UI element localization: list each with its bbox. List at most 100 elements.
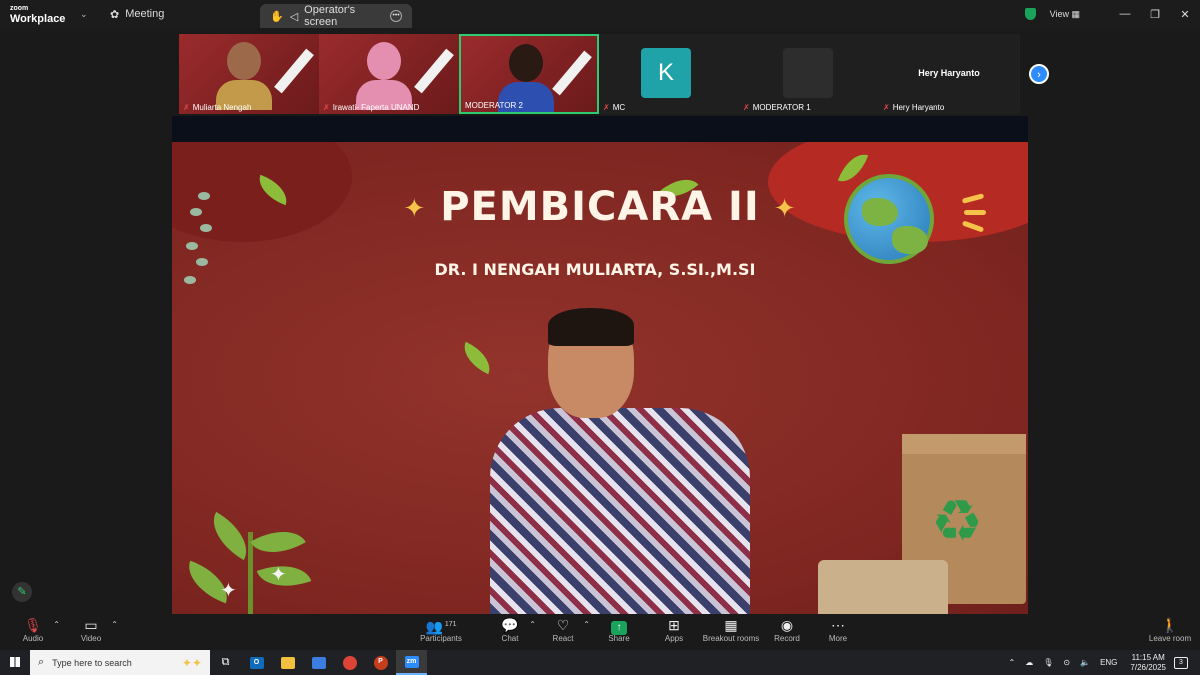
more-button[interactable]: ⋯ More [824, 616, 852, 643]
task-view-icon[interactable]: ⧉ [210, 650, 241, 675]
tab-screen-label: Operator's screen [304, 4, 356, 28]
star-icon: ✦ [403, 194, 427, 224]
food-box-decoration [818, 560, 948, 614]
record-button[interactable]: ◉ Record [772, 616, 802, 643]
zoom-logo: zoom Workplace [10, 4, 80, 25]
chevron-up-icon[interactable]: ⌃ [53, 620, 60, 629]
share-button[interactable]: ↑ Share [604, 616, 634, 643]
more-options-icon[interactable]: ••• [390, 10, 402, 22]
avatar: K [641, 48, 691, 98]
muted-mic-icon: ✗ [183, 103, 190, 112]
microphone-icon[interactable]: 🎙 [1043, 658, 1053, 667]
security-shield-icon[interactable] [1024, 8, 1036, 20]
slide-title-text: PEMBICARA II [440, 184, 760, 230]
shared-screen-header [172, 116, 1028, 142]
participant-name: ✗ MC [603, 103, 625, 112]
participant-tile[interactable]: Hery Haryanto ✗ Hery Haryanto [879, 34, 1019, 114]
participant-tile[interactable]: ✗ Muliarta Nengah [179, 34, 319, 114]
chevron-up-icon[interactable]: ⌃ [111, 620, 118, 629]
apps-button[interactable]: ⊞ Apps [660, 616, 688, 643]
zoom-app-icon[interactable]: zm [396, 650, 427, 675]
share-label: Share [608, 634, 630, 643]
participant-name-label: Irawati- Faperta UNAND [332, 103, 420, 112]
participants-button[interactable]: 👥 171 Participants [418, 616, 464, 643]
chrome-icon[interactable] [334, 650, 365, 675]
hand-icon: ✋ [270, 10, 284, 23]
more-label: More [828, 634, 848, 643]
sparkle-icon: ✦ [220, 580, 237, 602]
speaker-shirt [490, 408, 750, 614]
windows-start-icon[interactable] [0, 654, 30, 672]
globe-icon [844, 174, 934, 264]
participant-name-label: MODERATOR 2 [465, 101, 523, 110]
participant-head [227, 42, 261, 80]
clock-time: 11:15 AM [1131, 652, 1165, 662]
file-explorer-icon[interactable] [272, 650, 303, 675]
heart-icon: ♡ [556, 617, 570, 633]
taskbar-search[interactable]: ⌕ Type here to search ✦✦ [30, 650, 210, 675]
video-button[interactable]: ▭ Video ⌃ [76, 616, 118, 643]
annotate-pen-icon[interactable]: ✎ [12, 582, 32, 602]
shared-screen: ✦ PEMBICARA II ✦ DR. I NENGAH MULIARTA, S.… [172, 142, 1028, 614]
audio-button[interactable]: 🎙 Audio ⌃ [18, 616, 60, 643]
network-icon[interactable]: ⊙ [1063, 658, 1070, 667]
apps-icon: ⊞ [668, 617, 680, 633]
breakout-label: Breakout rooms [702, 634, 760, 643]
chevron-up-icon[interactable]: ⌃ [583, 620, 590, 629]
store-icon[interactable] [303, 650, 334, 675]
tab-meeting[interactable]: ✿ Meeting [100, 0, 260, 28]
participant-name-label: MODERATOR 1 [752, 103, 811, 112]
chat-icon: 💬 [501, 617, 519, 633]
share-screen-icon: ↑ [604, 616, 634, 635]
minimize-button[interactable]: — [1110, 8, 1140, 20]
muted-mic-icon: ✗ [743, 103, 750, 112]
recycle-icon: ♻ [931, 489, 983, 554]
leave-label: Leave room [1148, 634, 1192, 643]
participant-tile[interactable]: K ✗ MC [599, 34, 739, 114]
chevron-down-icon[interactable]: ⌄ [80, 9, 100, 20]
speaker-photo [490, 308, 750, 614]
chat-button[interactable]: 💬 Chat ⌃ [496, 616, 536, 643]
video-camera-icon: ▭ [84, 617, 98, 633]
muted-mic-icon: ✗ [883, 103, 890, 112]
react-button[interactable]: ♡ React ⌃ [548, 616, 590, 643]
video-label: Video [80, 634, 102, 643]
clock[interactable]: 11:15 AM 7/26/2025 [1130, 653, 1166, 673]
volume-icon[interactable]: 🔈 [1080, 658, 1090, 667]
star-icon: ✦ [773, 194, 797, 224]
restore-button[interactable]: ❐ [1140, 8, 1170, 21]
participant-name-label: Muliarta Nengah [192, 103, 252, 112]
next-page-arrow-icon[interactable]: › [1029, 64, 1049, 84]
onedrive-icon[interactable]: ☁ [1025, 658, 1033, 667]
powerpoint-icon[interactable]: P [365, 650, 396, 675]
tab-meeting-label: Meeting [125, 8, 165, 20]
react-label: React [552, 634, 574, 643]
participant-name: ✗ Muliarta Nengah [183, 103, 251, 112]
windows-taskbar: ⌕ Type here to search ✦✦ ⧉ O P zm ⌃ ☁ 🎙 … [0, 650, 1200, 675]
participant-tile-active-speaker[interactable]: MODERATOR 2 [459, 34, 599, 114]
leave-icon: 🚶 [1161, 617, 1179, 633]
notifications-icon[interactable]: 3 [1174, 656, 1188, 669]
participant-tile[interactable]: ✗ MODERATOR 1 [739, 34, 879, 114]
participant-tile[interactable]: ✗ Irawati- Faperta UNAND [319, 34, 459, 114]
close-button[interactable]: ✕ [1170, 8, 1200, 21]
language-indicator[interactable]: ENG [1100, 658, 1117, 667]
system-tray: ⌃ ☁ 🎙 ⊙ 🔈 ENG 11:15 AM 7/26/2025 3 [1004, 650, 1200, 675]
view-button[interactable]: View ▦ [1050, 9, 1080, 20]
audio-label: Audio [22, 634, 44, 643]
muted-mic-icon: ✗ [603, 103, 610, 112]
search-placeholder: Type here to search [52, 657, 132, 668]
record-icon: ◉ [780, 617, 794, 633]
participant-display-name: Hery Haryanto [918, 68, 980, 78]
tab-operators-screen[interactable]: ✋ ◁ Operator's screen ••• [260, 4, 412, 28]
chevron-up-icon[interactable]: ⌃ [529, 620, 536, 629]
outlook-icon[interactable]: O [241, 650, 272, 675]
breakout-rooms-button[interactable]: ▦ Breakout rooms [702, 616, 760, 643]
participant-head [509, 44, 543, 82]
chevron-up-icon[interactable]: ⌃ [1009, 658, 1016, 667]
muted-mic-icon: 🎙 [24, 617, 42, 633]
search-icon: ⌕ [38, 656, 45, 668]
leave-room-button[interactable]: 🚶 Leave room [1148, 616, 1192, 643]
participant-name-label: Hery Haryanto [892, 103, 945, 112]
brand-bottom: Workplace [10, 13, 66, 25]
